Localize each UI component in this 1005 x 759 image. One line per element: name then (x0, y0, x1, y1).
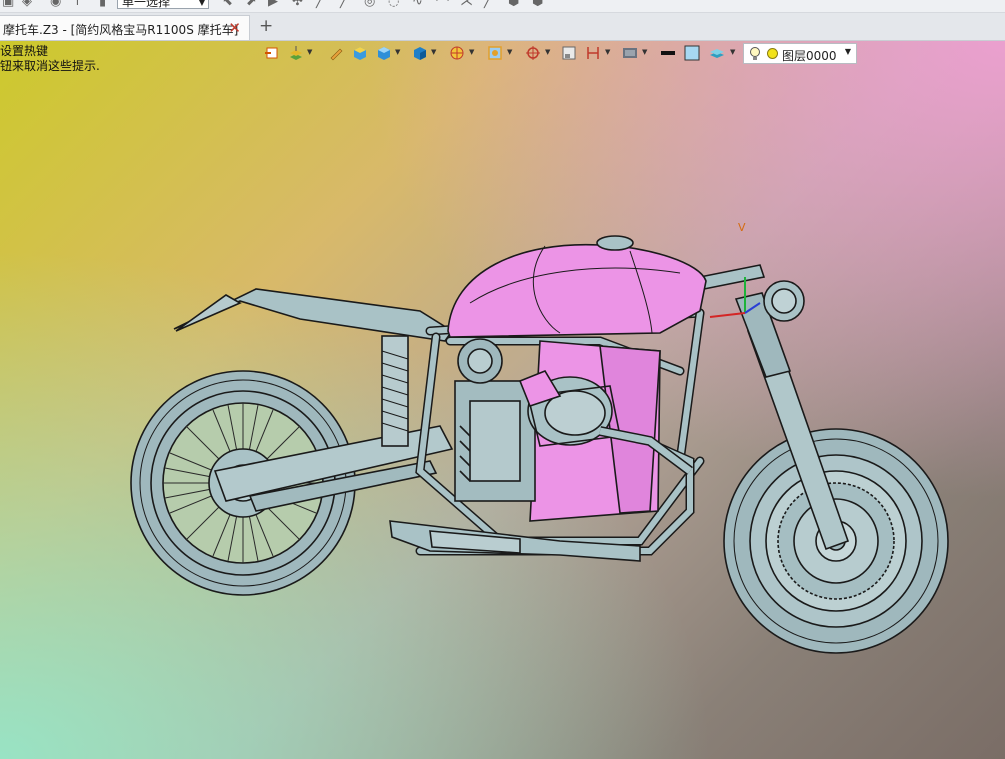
3d-viewport[interactable]: 设置热键 钮来取消这些提示. V ▼ ▼ ▼ ▼ ▼ ▼ ▼ ▼ ▼ 图层000… (0, 41, 1005, 759)
filter-icon[interactable]: ▮ (99, 0, 106, 9)
circle-icon[interactable]: ◎ (364, 0, 375, 9)
svg-text:V: V (738, 221, 746, 234)
dimension-icon[interactable] (585, 45, 601, 61)
cube-icon[interactable] (376, 45, 392, 61)
main-toolbar: ▣ ◈ ◉ ↑ ▮ 单一选择 ▼ ⬉ ⬈ ▶ ✣ ╱ ╱ ◎ ◌ ∿ ⌒ ⋌ ╱… (0, 0, 1005, 13)
exit-view-icon[interactable] (264, 45, 280, 61)
new-tab-button[interactable]: + (259, 16, 273, 36)
layer-name: 图层0000 (782, 49, 837, 63)
render-mode-icon[interactable] (449, 45, 465, 61)
chevron-down-icon[interactable]: ▼ (469, 48, 474, 56)
line2-icon[interactable]: ╱ (340, 0, 348, 9)
face-color-icon[interactable] (684, 45, 700, 61)
layer-selector[interactable]: 图层0000 ▼ (743, 43, 857, 64)
rear-shock (381, 335, 409, 447)
curve-icon[interactable]: ∿ (412, 0, 423, 9)
solid-icon[interactable]: ⬢ (508, 0, 519, 9)
section-view-icon[interactable] (487, 45, 503, 61)
arc-icon[interactable]: ◌ (388, 0, 399, 9)
spline-icon[interactable]: ⌒ (436, 0, 449, 12)
chevron-down-icon[interactable]: ▼ (431, 48, 436, 56)
layer-color-dot (767, 48, 778, 59)
pick-icon[interactable]: ⬉ (222, 0, 233, 9)
frame-view-icon[interactable] (561, 45, 577, 61)
chevron-down-icon[interactable]: ▼ (605, 48, 610, 56)
cube-yellow-icon[interactable] (352, 45, 368, 61)
chevron-down-icon[interactable]: ▼ (307, 48, 312, 56)
document-tab-bar: 摩托车.Z3 - [简约风格宝马R1100S 摩托车] ✕ + (0, 13, 1005, 41)
play-icon[interactable]: ▶ (268, 0, 278, 9)
pointer-icon[interactable]: ◉ (50, 0, 61, 9)
motorcycle-model[interactable]: V (0, 41, 1005, 759)
app-icon[interactable]: ▣ (2, 0, 14, 9)
document-tab[interactable]: 摩托车.Z3 - [简约风格宝马R1100S 摩托车] ✕ (0, 15, 250, 40)
chevron-down-icon: ▼ (844, 47, 851, 56)
chevron-down-icon[interactable]: ▼ (730, 48, 735, 56)
pen-icon[interactable] (328, 45, 344, 61)
chevron-down-icon[interactable]: ▼ (642, 48, 647, 56)
palette-icon[interactable]: ◈ (22, 0, 32, 9)
trim-icon[interactable]: ⋌ (460, 0, 473, 9)
chevron-down-icon[interactable]: ▼ (507, 48, 512, 56)
shaded-cube-icon[interactable] (412, 45, 428, 61)
close-tab-icon[interactable]: ✕ (228, 19, 241, 37)
line-icon[interactable]: ╱ (316, 0, 324, 9)
chevron-down-icon[interactable]: ▼ (545, 48, 550, 56)
snap-icon[interactable]: ✣ (292, 0, 303, 9)
bulb-icon[interactable] (749, 46, 761, 62)
display-icon[interactable] (622, 45, 638, 61)
stack-icon[interactable] (288, 45, 304, 61)
chevron-down-icon[interactable]: ▼ (395, 48, 400, 56)
extend-icon[interactable]: ╱ (484, 0, 492, 9)
layer-stack-icon[interactable] (709, 45, 725, 61)
shell-icon[interactable]: ⬢ (532, 0, 543, 9)
arrow-icon[interactable]: ↑ (72, 0, 83, 9)
pick-filter-icon[interactable]: ⬈ (246, 0, 257, 9)
seat-tail (173, 288, 454, 342)
target-icon[interactable] (525, 45, 541, 61)
line-color-icon[interactable] (660, 45, 676, 61)
document-tab-label: 摩托车.Z3 - [简约风格宝马R1100S 摩托车] (3, 23, 239, 37)
fuel-tank (447, 243, 707, 338)
select-mode-value: 单一选择 (122, 0, 171, 9)
chevron-down-icon: ▼ (198, 0, 205, 7)
select-mode-dropdown[interactable]: 单一选择 ▼ (117, 0, 209, 9)
